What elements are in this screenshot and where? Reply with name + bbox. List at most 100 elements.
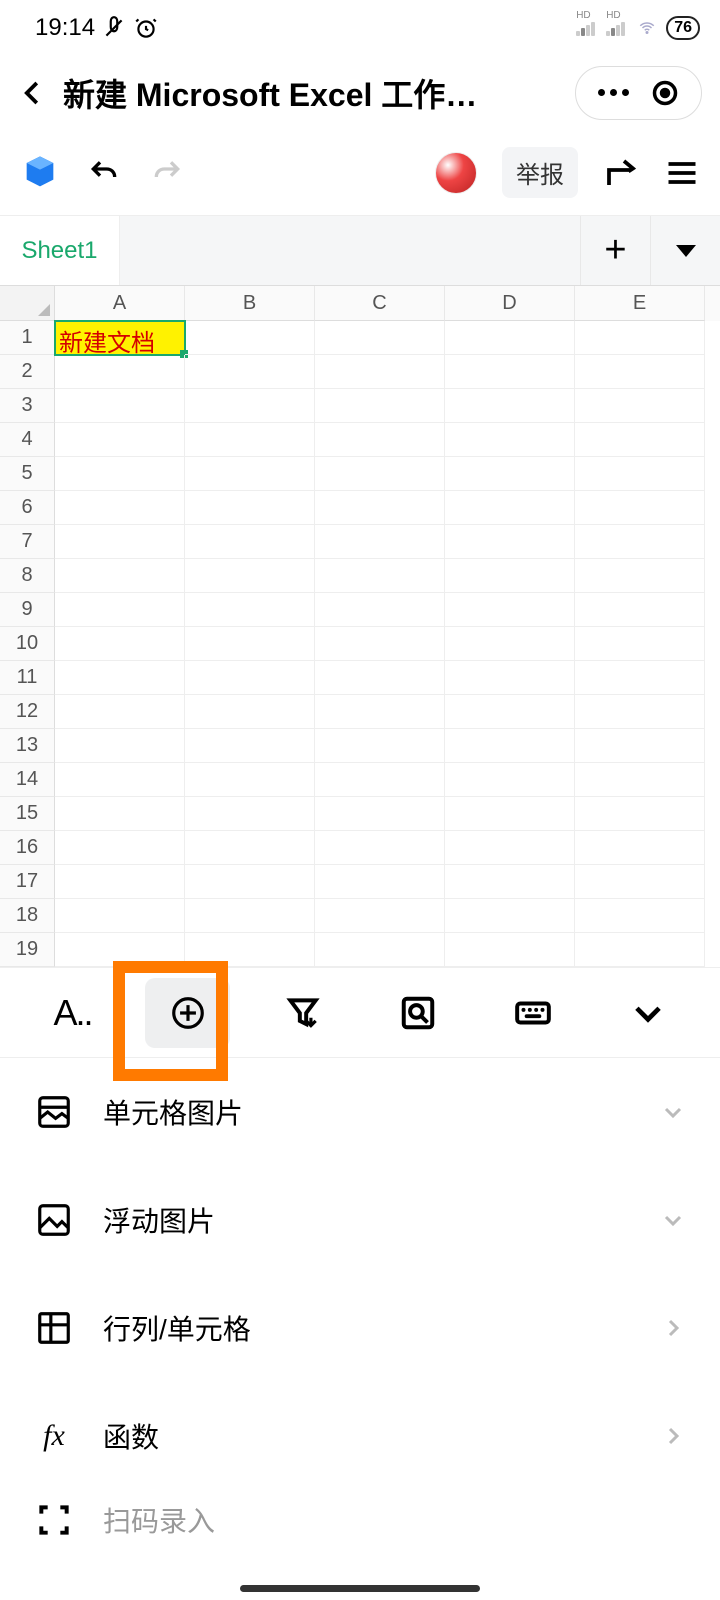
row-header[interactable]: 16 [0, 831, 55, 865]
cell[interactable] [445, 321, 575, 355]
find-tab[interactable] [375, 978, 460, 1048]
more-button[interactable] [598, 89, 629, 96]
cell[interactable] [445, 661, 575, 695]
cell[interactable] [185, 627, 315, 661]
col-header[interactable]: D [445, 286, 575, 321]
cell[interactable] [55, 389, 185, 423]
format-tab[interactable]: A.. [30, 978, 115, 1048]
cell[interactable] [575, 593, 705, 627]
cell[interactable] [445, 627, 575, 661]
cell[interactable] [55, 355, 185, 389]
cell-a1[interactable]: 新建文档 [55, 321, 185, 355]
cell[interactable] [445, 865, 575, 899]
cell[interactable] [55, 797, 185, 831]
row-header[interactable]: 1 [0, 321, 55, 355]
cell[interactable] [575, 525, 705, 559]
cell[interactable] [315, 797, 445, 831]
cell[interactable] [185, 389, 315, 423]
cell[interactable] [185, 763, 315, 797]
cell[interactable] [445, 899, 575, 933]
cell[interactable] [315, 933, 445, 967]
cell[interactable] [185, 729, 315, 763]
cell[interactable] [315, 661, 445, 695]
redo-button[interactable] [148, 157, 186, 189]
row-header[interactable]: 10 [0, 627, 55, 661]
cell[interactable] [315, 457, 445, 491]
col-header[interactable]: A [55, 286, 185, 321]
cell[interactable] [575, 729, 705, 763]
cell[interactable] [315, 423, 445, 457]
cell[interactable] [55, 831, 185, 865]
sheet-tab-area[interactable] [120, 216, 580, 285]
report-button[interactable]: 举报 [502, 147, 578, 198]
cell[interactable] [185, 865, 315, 899]
cell[interactable] [185, 457, 315, 491]
cell[interactable] [575, 321, 705, 355]
share-button[interactable] [603, 155, 639, 191]
cell[interactable] [575, 763, 705, 797]
cell[interactable] [445, 933, 575, 967]
cell[interactable] [445, 389, 575, 423]
cell[interactable] [55, 491, 185, 525]
cell[interactable] [315, 729, 445, 763]
cell[interactable] [575, 423, 705, 457]
cell[interactable] [445, 457, 575, 491]
menu-function[interactable]: fx 函数 [0, 1382, 720, 1490]
row-header[interactable]: 14 [0, 763, 55, 797]
cell[interactable] [445, 525, 575, 559]
cell[interactable] [185, 831, 315, 865]
keyboard-tab[interactable] [490, 978, 575, 1048]
menu-cell-image[interactable]: 单元格图片 [0, 1058, 720, 1166]
row-header[interactable]: 2 [0, 355, 55, 389]
collapse-tab[interactable] [605, 978, 690, 1048]
cell[interactable] [55, 865, 185, 899]
cell[interactable] [55, 525, 185, 559]
cell[interactable] [445, 729, 575, 763]
cell[interactable] [315, 695, 445, 729]
row-header[interactable]: 5 [0, 457, 55, 491]
cell[interactable] [445, 763, 575, 797]
cell[interactable] [315, 389, 445, 423]
row-header[interactable]: 12 [0, 695, 55, 729]
cell[interactable] [315, 593, 445, 627]
row-header[interactable]: 15 [0, 797, 55, 831]
target-button[interactable] [651, 79, 679, 107]
cell[interactable] [575, 933, 705, 967]
cell[interactable] [185, 525, 315, 559]
cell[interactable] [315, 525, 445, 559]
col-header[interactable]: B [185, 286, 315, 321]
cell[interactable] [185, 559, 315, 593]
cell[interactable] [315, 831, 445, 865]
cell[interactable] [55, 593, 185, 627]
cell[interactable] [55, 729, 185, 763]
cell[interactable] [185, 797, 315, 831]
cell[interactable] [575, 627, 705, 661]
cell[interactable] [575, 831, 705, 865]
row-header[interactable]: 19 [0, 933, 55, 967]
select-all-corner[interactable] [0, 286, 55, 321]
cell[interactable] [445, 593, 575, 627]
add-sheet-button[interactable]: + [580, 216, 650, 285]
cell[interactable] [575, 661, 705, 695]
row-header[interactable]: 3 [0, 389, 55, 423]
cell[interactable] [445, 695, 575, 729]
cell[interactable] [575, 559, 705, 593]
spreadsheet-grid[interactable]: A B C D E 1新建文档 2 3 4 5 6 7 8 9 10 11 12… [0, 285, 720, 967]
cell[interactable] [315, 491, 445, 525]
cell[interactable] [445, 355, 575, 389]
cell[interactable] [55, 661, 185, 695]
cell[interactable] [185, 321, 315, 355]
cell[interactable] [315, 865, 445, 899]
cell[interactable] [445, 831, 575, 865]
cell[interactable] [55, 763, 185, 797]
cell[interactable] [575, 457, 705, 491]
row-header[interactable]: 13 [0, 729, 55, 763]
menu-scan[interactable]: 扫码录入 [0, 1490, 720, 1550]
cell[interactable] [445, 797, 575, 831]
cell[interactable] [445, 491, 575, 525]
cell[interactable] [55, 559, 185, 593]
row-header[interactable]: 17 [0, 865, 55, 899]
cell[interactable] [575, 389, 705, 423]
row-header[interactable]: 7 [0, 525, 55, 559]
cell[interactable] [315, 627, 445, 661]
